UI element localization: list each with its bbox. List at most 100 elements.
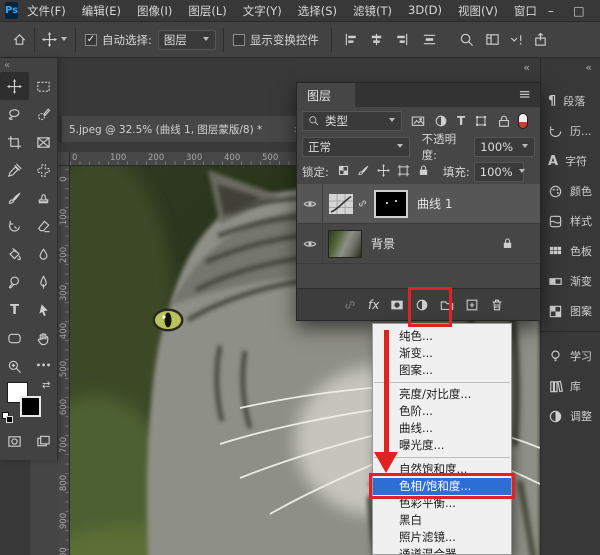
adjustment-filter-icon[interactable] (434, 114, 448, 128)
background-color-swatch[interactable] (20, 396, 41, 417)
filter-type-dropdown[interactable]: 类型 (302, 111, 402, 131)
dock-panel-色板[interactable]: 色板 (541, 236, 600, 266)
tab-layers[interactable]: 图层 (297, 83, 355, 107)
quick-select-tool[interactable] (29, 100, 58, 128)
dock-panel-调整[interactable]: 调整 (541, 401, 600, 431)
visibility-toggle[interactable] (297, 184, 323, 224)
lasso-tool[interactable] (0, 100, 29, 128)
toolbar-collapse-icon[interactable]: « (0, 58, 57, 72)
maximize-button[interactable]: □ (565, 0, 593, 21)
minimize-button[interactable]: – (537, 0, 565, 21)
zoom-tool[interactable] (0, 352, 29, 380)
layer-style-button[interactable]: fx (368, 298, 379, 312)
menu-item-色阶[interactable]: 色阶... (373, 403, 511, 420)
search-icon[interactable] (459, 32, 474, 47)
distribute-icon[interactable] (422, 32, 437, 47)
checkbox-unchecked-icon[interactable] (233, 34, 245, 46)
crop-tool[interactable] (0, 128, 29, 156)
menu-item-纯色[interactable]: 纯色... (373, 328, 511, 345)
filter-switch-icon[interactable] (518, 113, 528, 129)
smart-object-filter-icon[interactable] (497, 114, 511, 128)
dock-panel-图案[interactable]: 图案 (541, 296, 600, 326)
background-layer-thumbnail[interactable] (328, 230, 362, 258)
add-layer-mask-button[interactable] (390, 298, 404, 312)
layer-row-curves[interactable]: 曲线 1 (297, 184, 540, 224)
menu-item-通道混合器[interactable]: 通道混合器 (373, 546, 511, 555)
dock-panel-学习[interactable]: 学习 (541, 341, 600, 371)
visibility-toggle[interactable] (297, 224, 323, 264)
new-group-button[interactable] (440, 298, 454, 312)
menu-item-照片滤镜[interactable]: 照片滤镜... (373, 529, 511, 546)
quick-mask-button[interactable] (0, 428, 29, 454)
marquee-tool[interactable] (29, 72, 58, 100)
default-colors-icon[interactable] (2, 412, 14, 424)
dodge-tool[interactable] (0, 268, 29, 296)
path-select-tool[interactable] (29, 296, 58, 324)
shape-tool[interactable] (0, 324, 29, 352)
move-tool-icon[interactable] (42, 32, 57, 47)
eraser-tool[interactable] (29, 212, 58, 240)
history-brush-tool[interactable] (0, 212, 29, 240)
menu-item-黑白[interactable]: 黑白 (373, 512, 511, 529)
curves-adjustment-thumbnail[interactable] (329, 194, 353, 214)
stamp-tool[interactable] (29, 184, 58, 212)
layer-name[interactable]: 曲线 1 (417, 195, 452, 212)
auto-select-checkbox[interactable]: ✓ 自动选择: (83, 32, 152, 48)
menu-item-曲线[interactable]: 曲线... (373, 420, 511, 437)
menu-item-5[interactable]: 选择(S) (298, 3, 337, 19)
frame-tool[interactable] (29, 128, 58, 156)
menu-item-亮度/对比度[interactable]: 亮度/对比度... (373, 386, 511, 403)
workspace-icon[interactable] (485, 32, 500, 47)
menu-item-自然饱和度[interactable]: 自然饱和度... (373, 461, 511, 478)
menu-item-色彩平衡[interactable]: 色彩平衡... (373, 495, 511, 512)
menu-item-6[interactable]: 滤镜(T) (353, 3, 392, 19)
fill-dropdown[interactable]: 100% (474, 162, 524, 182)
chevron-down-icon[interactable] (61, 36, 68, 43)
alert-icon[interactable] (509, 32, 524, 47)
menu-item-色相/饱和度[interactable]: 色相/饱和度... (373, 478, 511, 495)
type-tool[interactable]: T (0, 296, 29, 324)
new-adjustment-layer-button[interactable] (415, 298, 429, 312)
menu-item-1[interactable]: 编辑(E) (82, 3, 121, 19)
document-tab[interactable]: 5.jpeg @ 32.5% (曲线 1, 图层蒙版/8) * × (62, 116, 310, 142)
auto-select-target-dropdown[interactable]: 图层 (158, 30, 216, 50)
align-left-icon[interactable] (344, 32, 359, 47)
menu-item-图案[interactable]: 图案... (373, 362, 511, 379)
healing-tool[interactable] (29, 156, 58, 184)
dock-panel-库[interactable]: 库 (541, 371, 600, 401)
mask-link-icon[interactable] (357, 198, 368, 209)
brush-tool[interactable] (0, 184, 29, 212)
new-layer-button[interactable] (465, 298, 479, 312)
paint-lock-icon[interactable] (357, 164, 370, 177)
delete-layer-button[interactable] (490, 298, 504, 312)
image-filter-icon[interactable] (411, 114, 425, 128)
dock-panel-段落[interactable]: ¶段落 (541, 86, 600, 116)
layer-row-background[interactable]: 背景 (297, 224, 540, 264)
shape-filter-icon[interactable] (474, 114, 488, 128)
gradient-tool[interactable] (0, 240, 29, 268)
edit-toolbar-button[interactable]: ••• (29, 352, 58, 380)
collapse-panel-icon[interactable]: « (523, 61, 530, 74)
close-button[interactable]: × (593, 0, 600, 21)
layer-name[interactable]: 背景 (371, 235, 395, 252)
panel-menu-icon[interactable]: ≡ (518, 85, 531, 103)
swap-colors-icon[interactable]: ⇄ (42, 380, 50, 391)
dock-panel-样式[interactable]: 样式 (541, 206, 600, 236)
type-filter-icon[interactable]: T (457, 115, 465, 127)
screen-mode-button[interactable] (29, 428, 58, 454)
hand-tool[interactable] (29, 324, 58, 352)
align-center-icon[interactable] (369, 32, 384, 47)
opacity-dropdown[interactable]: 100% (474, 137, 535, 157)
menu-item-2[interactable]: 图像(I) (137, 3, 172, 19)
dock-panel-颜色[interactable]: 颜色 (541, 176, 600, 206)
menu-item-曝光度[interactable]: 曝光度... (373, 437, 511, 454)
share-icon[interactable] (533, 32, 548, 47)
blend-mode-dropdown[interactable]: 正常 (302, 137, 410, 157)
pen-tool[interactable] (29, 268, 58, 296)
collapse-dock-icon[interactable]: « (585, 61, 592, 74)
link-layers-button[interactable] (343, 298, 357, 312)
transparency-lock-icon[interactable] (337, 164, 350, 177)
eyedropper-tool[interactable] (0, 156, 29, 184)
menu-item-渐变[interactable]: 渐变... (373, 345, 511, 362)
menu-item-7[interactable]: 3D(D) (408, 3, 442, 19)
